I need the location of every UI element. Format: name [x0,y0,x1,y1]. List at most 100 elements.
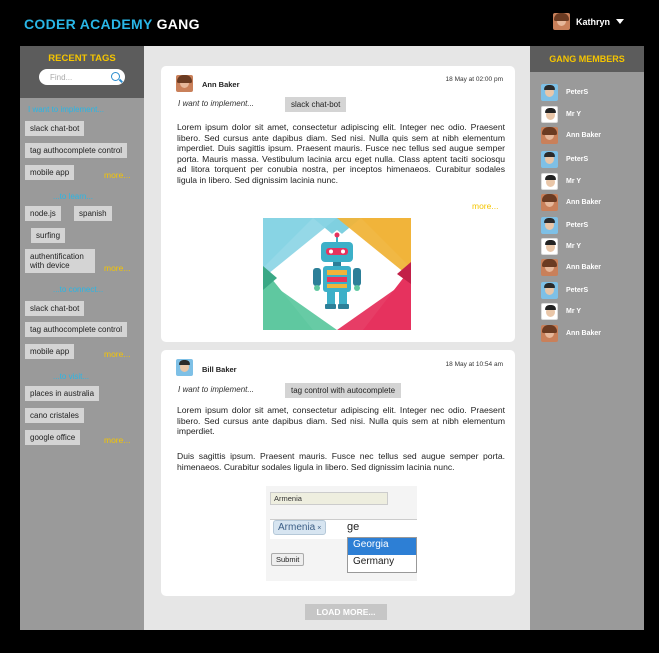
member-item[interactable]: Mr Y [541,173,581,190]
post-more-link[interactable]: more... [472,201,498,211]
post-intent: I want to implement... [178,385,255,394]
tag-chip[interactable]: slack chat-bot [25,121,85,136]
member-item[interactable]: Mr Y [541,303,581,320]
suggestion-option[interactable]: Germany [348,555,416,572]
chevron-down-icon[interactable] [616,19,625,24]
app-frame: CODER ACADEMY GANG Kathryn RECENT TAGS F… [0,0,659,653]
tag-chip[interactable]: spanish [74,206,112,221]
suggestion-option[interactable]: Georgia [348,538,416,555]
user-menu[interactable]: Kathryn [553,13,625,30]
member-name: Ann Baker [566,264,602,271]
more-link[interactable]: more... [104,349,130,359]
member-avatar [541,217,558,234]
recent-tags-header: RECENT TAGS Find... [20,46,144,98]
member-item[interactable]: Ann Baker [541,194,601,211]
robot-illustration [263,218,411,330]
load-more-button[interactable]: LOAD MORE... [305,604,387,620]
more-link[interactable]: more... [104,263,130,273]
member-name: Ann Baker [566,199,602,206]
member-item[interactable]: PeterS [541,84,588,101]
member-name: Mr Y [566,243,582,250]
section-heading-connect: ...to connect... [53,285,104,294]
tag-chip[interactable]: mobile app [25,165,75,180]
more-link[interactable]: more... [104,435,130,445]
member-item[interactable]: PeterS [541,151,588,168]
tag-chip[interactable]: tag authocomplete control [25,322,128,337]
gang-members-title: GANG MEMBERS [530,46,644,72]
autocomplete-demo: Armenia Armenia × ge Georgia Germany Subm… [266,486,417,581]
tag-chip[interactable]: slack chat-bot [25,301,85,316]
section-heading-learn: ...to learn... [53,192,94,201]
post-author[interactable]: Ann Baker [202,80,240,89]
post-body-continued: Duis sagittis ipsum. Praesent mauris. Fu… [177,451,505,472]
member-avatar [541,238,558,255]
member-item[interactable]: Ann Baker [541,259,601,276]
post-body: Lorem ipsum dolor sit amet, consectetur … [177,405,505,437]
author-avatar[interactable] [176,75,193,92]
tag-chip[interactable]: places in australia [25,386,100,401]
close-icon[interactable]: × [317,525,321,532]
search-icon[interactable] [111,72,120,81]
tag-chip[interactable]: authentification with device [25,249,95,273]
post-feed: Ann Baker 18 May at 02:00 pm I want to i… [144,46,530,630]
recent-tags-sidebar: RECENT TAGS Find... I want to implement.… [20,46,144,630]
post-author[interactable]: Bill Baker [202,365,237,374]
post-tag-chip[interactable]: slack chat-bot [285,97,347,112]
member-avatar [541,194,558,211]
demo-suggestion-menu: Georgia Germany [347,537,417,573]
member-name: PeterS [566,156,589,163]
tag-chip[interactable]: surfing [31,228,66,243]
member-name: PeterS [566,222,589,229]
member-avatar [541,151,558,168]
member-name: Mr Y [566,111,582,118]
member-avatar [541,84,558,101]
member-name: Mr Y [566,308,582,315]
member-item[interactable]: Mr Y [541,238,581,255]
more-link[interactable]: more... [104,170,130,180]
demo-token[interactable]: Armenia × [273,520,327,535]
top-bar: CODER ACADEMY GANG Kathryn [0,0,659,46]
post-timestamp: 18 May at 02:00 pm [445,76,503,83]
post-card: Bill Baker 18 May at 10:54 am I want to … [161,350,515,596]
brand-name-part2: GANG [156,16,200,32]
member-name: Ann Baker [566,330,602,337]
demo-token-label: Armenia [278,522,316,533]
section-heading-implement: I want to implement... [28,105,105,114]
demo-submit-button[interactable]: Submit [271,553,305,566]
tag-chip[interactable]: cano cristales [25,408,84,423]
member-avatar [541,127,558,144]
member-avatar [541,259,558,276]
tag-chip[interactable]: node.js [25,206,61,221]
post-intent: I want to implement... [178,99,255,108]
member-item[interactable]: Ann Baker [541,127,601,144]
post-timestamp: 18 May at 10:54 am [445,361,503,368]
section-heading-visit: ...to visit... [53,372,90,381]
member-name: Ann Baker [566,132,602,139]
brand-name-part1: CODER ACADEMY [24,16,153,32]
member-avatar [541,173,558,190]
member-item[interactable]: PeterS [541,217,588,234]
member-name: PeterS [566,89,589,96]
tag-search-input[interactable]: Find... [39,69,125,85]
tag-search-placeholder: Find... [50,72,73,82]
demo-typed-text: ge [347,521,360,533]
demo-country-input[interactable]: Armenia [270,492,388,505]
tag-chip[interactable]: tag authocomplete control [25,143,128,158]
member-avatar [541,303,558,320]
post-body: Lorem ipsum dolor sit amet, consectetur … [177,122,505,185]
post-card: Ann Baker 18 May at 02:00 pm I want to i… [161,66,515,342]
member-name: Mr Y [566,178,582,185]
user-name: Kathryn [576,16,611,27]
member-item[interactable]: Ann Baker [541,325,601,342]
user-avatar [553,13,570,30]
member-avatar [541,282,558,299]
gang-members-sidebar: GANG MEMBERS PeterS Mr Y Ann Baker PeterS Mr… [530,46,644,630]
brand-logo[interactable]: CODER ACADEMY GANG [24,16,200,32]
member-item[interactable]: Mr Y [541,106,581,123]
tag-chip[interactable]: google office [25,430,81,445]
post-tag-chip[interactable]: tag control with autocomplete [285,383,402,398]
member-avatar [541,106,558,123]
tag-chip[interactable]: mobile app [25,344,75,359]
author-avatar[interactable] [176,359,193,376]
member-item[interactable]: PeterS [541,282,588,299]
